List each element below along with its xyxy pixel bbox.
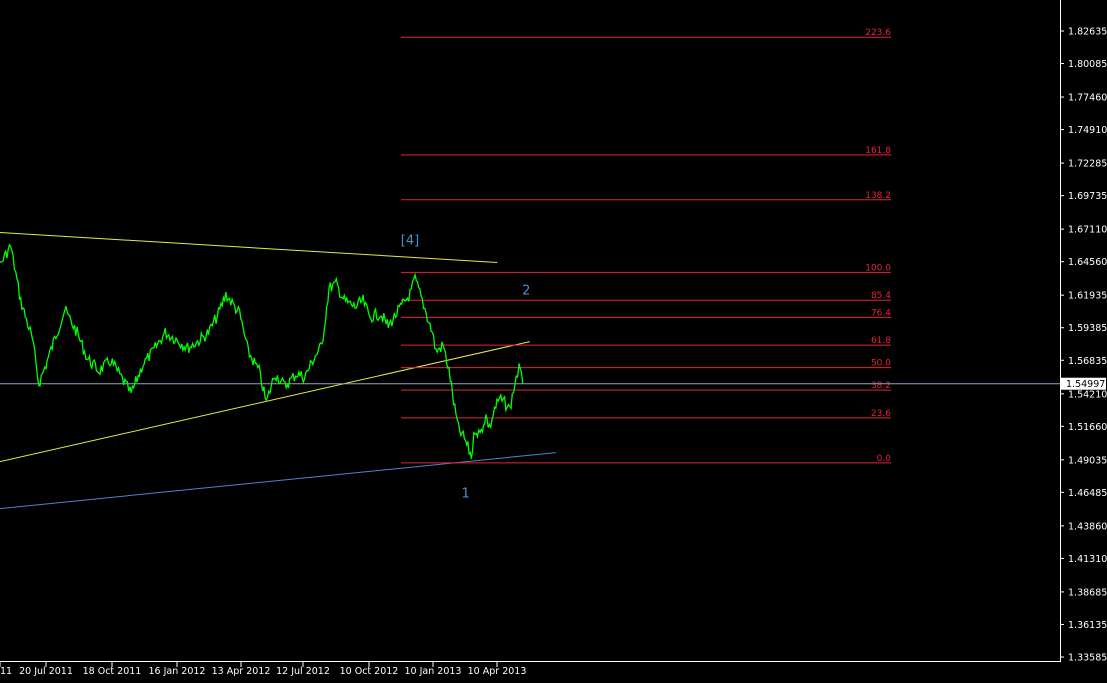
fib-level-label: 76.4 xyxy=(871,308,891,318)
fib-level-label: 161.8 xyxy=(865,146,891,156)
y-tick-label: 1.33585 xyxy=(1068,653,1107,664)
y-tick-label: 1.69735 xyxy=(1068,191,1107,202)
fib-level-label: 0.0 xyxy=(877,454,892,464)
y-tick-label: 1.49035 xyxy=(1068,455,1107,466)
fib-level-label: 85.4 xyxy=(871,291,891,301)
fib-level-label: 61.8 xyxy=(871,336,891,346)
wave-label: 2 xyxy=(522,283,530,298)
y-tick-label: 1.41310 xyxy=(1068,554,1107,565)
x-tick-label: 18 Oct 2011 xyxy=(83,666,142,677)
x-tick-label: 16 Jan 2012 xyxy=(149,666,206,677)
x-tick-label: 20 Jul 2011 xyxy=(19,666,73,677)
x-tick-label: 12 Jul 2012 xyxy=(276,666,330,677)
y-tick-label: 1.43860 xyxy=(1068,521,1107,532)
y-tick-label: 1.46485 xyxy=(1068,488,1107,499)
chart-background xyxy=(0,0,1107,683)
x-tick-label: 10 Apr 2013 xyxy=(468,666,527,677)
y-tick-label: 1.56835 xyxy=(1068,356,1107,367)
price-chart: 223.6161.8138.2100.085.476.461.850.038.2… xyxy=(0,0,1107,683)
y-tick-label: 1.61935 xyxy=(1068,291,1107,302)
fib-level-label: 23.6 xyxy=(871,409,891,419)
x-tick-label: 11 xyxy=(0,666,12,677)
y-tick-label: 1.36135 xyxy=(1068,620,1107,631)
y-tick-label: 1.80085 xyxy=(1068,59,1107,70)
x-tick-label: 10 Jan 2013 xyxy=(405,666,462,677)
y-tick-label: 1.67110 xyxy=(1068,225,1107,236)
y-tick-label: 1.64560 xyxy=(1068,257,1107,268)
y-tick-label: 1.38685 xyxy=(1068,587,1107,598)
fib-level-label: 38.2 xyxy=(871,381,891,391)
y-tick-label: 1.51660 xyxy=(1068,422,1107,433)
fib-level-label: 138.2 xyxy=(865,191,891,201)
x-tick-label: 13 Apr 2012 xyxy=(212,666,271,677)
y-tick-label: 1.82635 xyxy=(1068,27,1107,38)
y-tick-label: 1.72285 xyxy=(1068,159,1107,170)
y-tick-label: 1.77460 xyxy=(1068,93,1107,104)
fib-level-label: 100.0 xyxy=(865,263,891,273)
y-tick-label: 1.74910 xyxy=(1068,125,1107,136)
y-tick-label: 1.59385 xyxy=(1068,323,1107,334)
fib-level-label: 50.0 xyxy=(871,359,891,369)
wave-label: [4] xyxy=(401,234,419,249)
fib-level-label: 223.6 xyxy=(865,28,891,38)
x-tick-label: 10 Oct 2012 xyxy=(340,666,399,677)
y-tick-label: 1.54210 xyxy=(1068,389,1107,400)
wave-label: 1 xyxy=(461,486,469,501)
